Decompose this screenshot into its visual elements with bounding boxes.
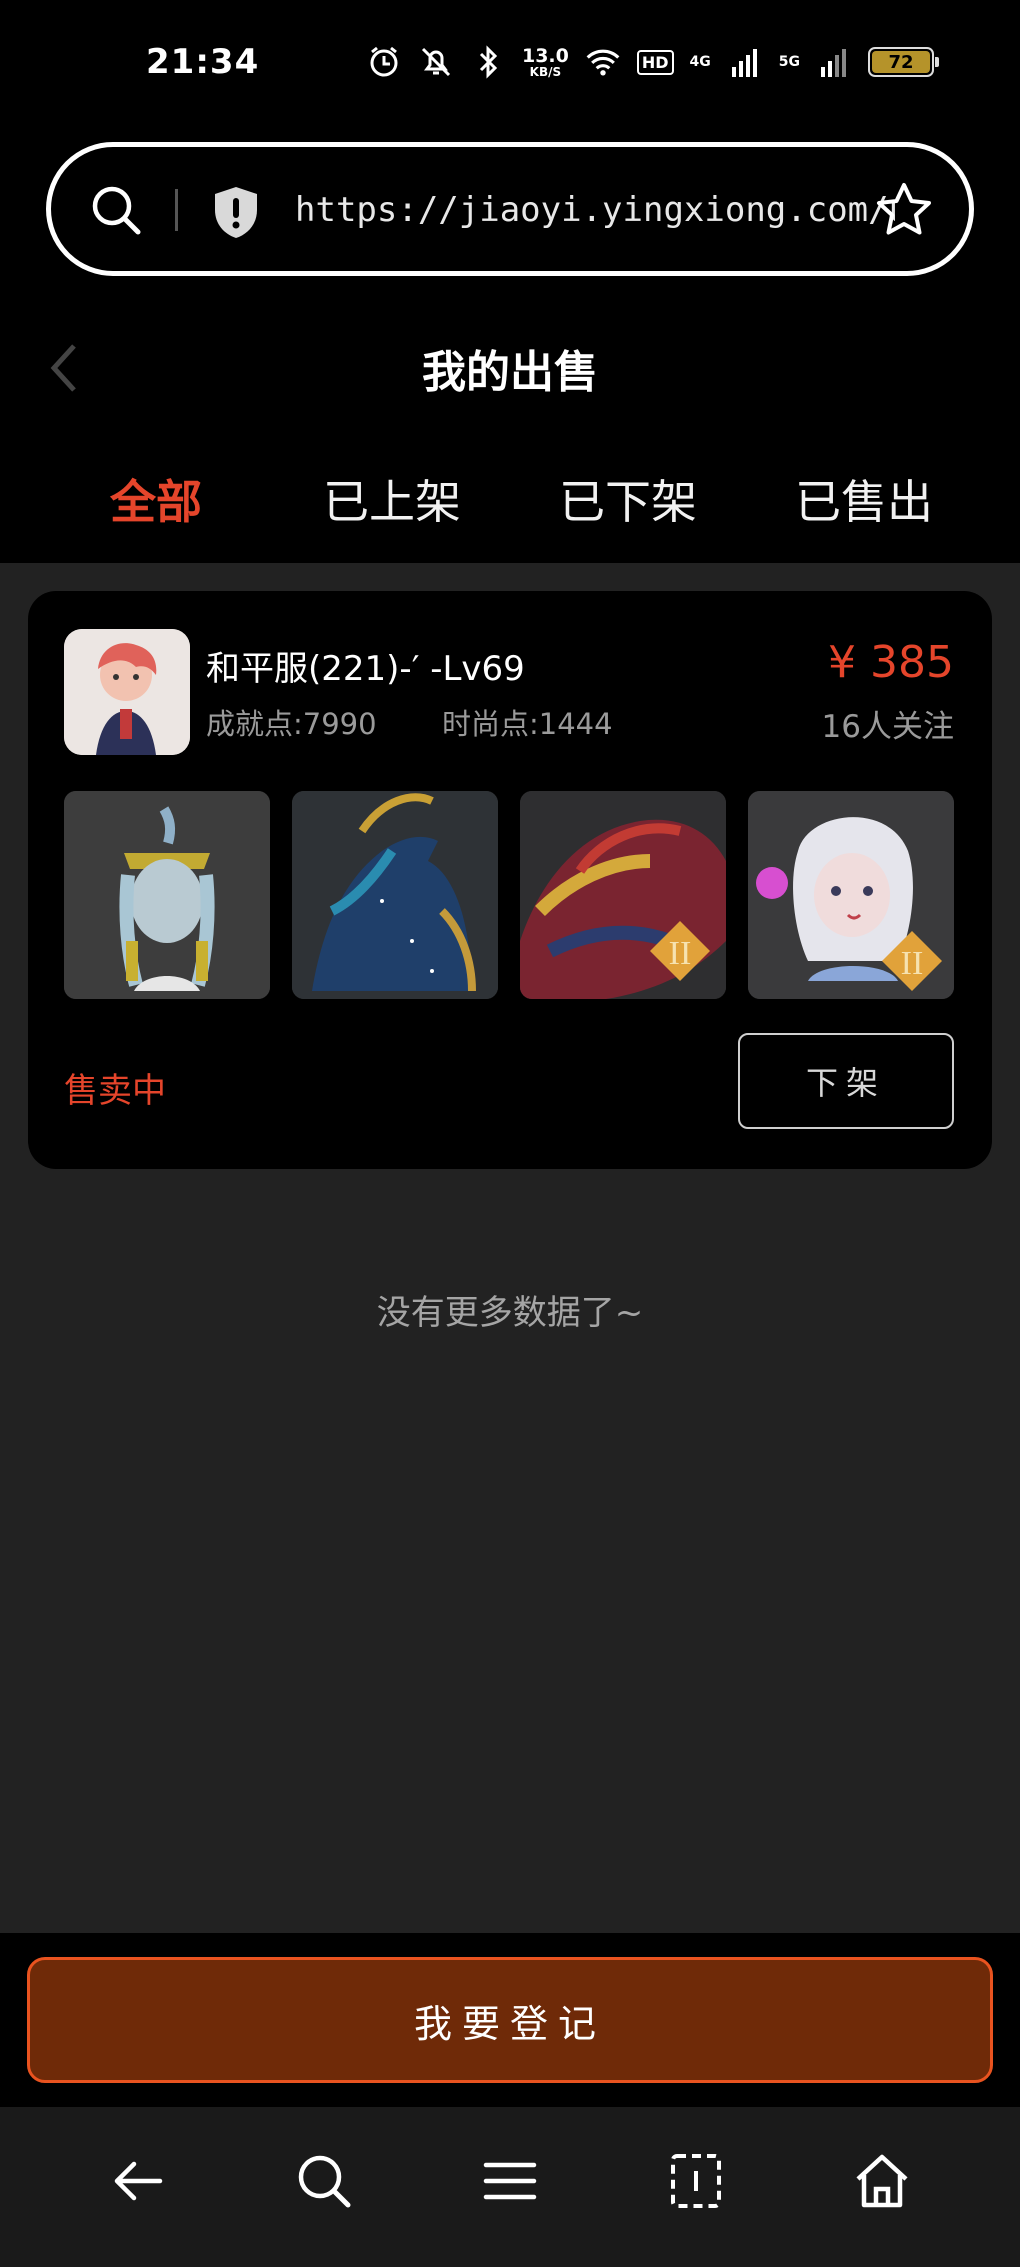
url-divider [175,189,178,231]
avatar [64,629,190,755]
star-icon[interactable] [875,181,933,239]
hd-badge: HD [636,49,674,75]
battery-indicator: 72 [868,47,939,77]
content-area: 和平服(221)-′ -Lv69 成就点:7990 时尚点:1444 ¥ 385… [0,563,1020,1933]
tab-delisted[interactable]: 已下架 [510,466,746,532]
svg-text:II: II [669,935,692,972]
tab-sold[interactable]: 已售出 [746,466,982,532]
tabs-icon[interactable] [666,2151,726,2211]
dragon-thumbnail[interactable]: II [520,791,726,999]
search-icon[interactable] [89,183,143,237]
signal-icon [727,44,763,80]
back-arrow-icon[interactable] [108,2151,168,2211]
alarm-icon [366,44,402,80]
delist-button[interactable]: 下架 [738,1033,954,1129]
listing-card[interactable]: 和平服(221)-′ -Lv69 成就点:7990 时尚点:1444 ¥ 385… [28,591,992,1169]
status-time: 21:34 [146,42,260,82]
register-button[interactable]: 我要登记 [27,1957,993,2083]
menu-icon[interactable] [480,2151,540,2211]
wifi-icon [585,44,621,80]
shield-warning-icon[interactable] [211,185,261,239]
speed-unit: KB/S [529,64,562,79]
character-thumbnail[interactable]: II [748,791,954,999]
listing-name: 和平服(221)-′ -Lv69 [206,649,525,689]
achievement-points: 成就点:7990 [206,707,377,741]
costume-thumbnail[interactable] [64,791,270,999]
battery-level: 72 [872,51,930,73]
page-title: 我的出售 [422,347,598,398]
search-icon[interactable] [294,2151,354,2211]
speed-value: 13.0 [521,44,569,67]
no-more-data-text: 没有更多数据了~ [376,1293,644,1333]
item-thumbnails: II II [64,791,956,999]
mount-horse-thumbnail[interactable] [292,791,498,999]
signal-icon [816,44,852,80]
listing-price: ¥ 385 [828,637,954,688]
tab-bar: 全部 已上架 已下架 已售出 [0,466,1020,536]
bluetooth-icon [470,44,506,80]
network-5g-label: 5G [778,54,800,70]
network-speed: 13.0 KB/S [521,44,569,79]
tab-listed[interactable]: 已上架 [274,466,510,532]
svg-text:II: II [901,945,924,982]
browser-nav-bar [0,2107,1020,2267]
url-text[interactable]: https://jiaoyi.yingxiong.com/user··· [295,183,895,237]
followers-count: 16人关注 [821,709,954,745]
home-icon[interactable] [852,2151,912,2211]
fashion-points: 时尚点:1444 [442,707,613,741]
tab-all[interactable]: 全部 [38,466,274,532]
status-icons: 13.0 KB/S HD 4G 5G 72 [366,44,939,80]
url-bar[interactable]: https://jiaoyi.yingxiong.com/user··· [46,142,974,276]
status-bar: 21:34 13.0 KB/S HD 4G 5G 72 [0,0,1020,130]
sale-status: 售卖中 [64,1071,166,1111]
network-4g-label: 4G [689,54,711,70]
mute-icon [418,44,454,80]
